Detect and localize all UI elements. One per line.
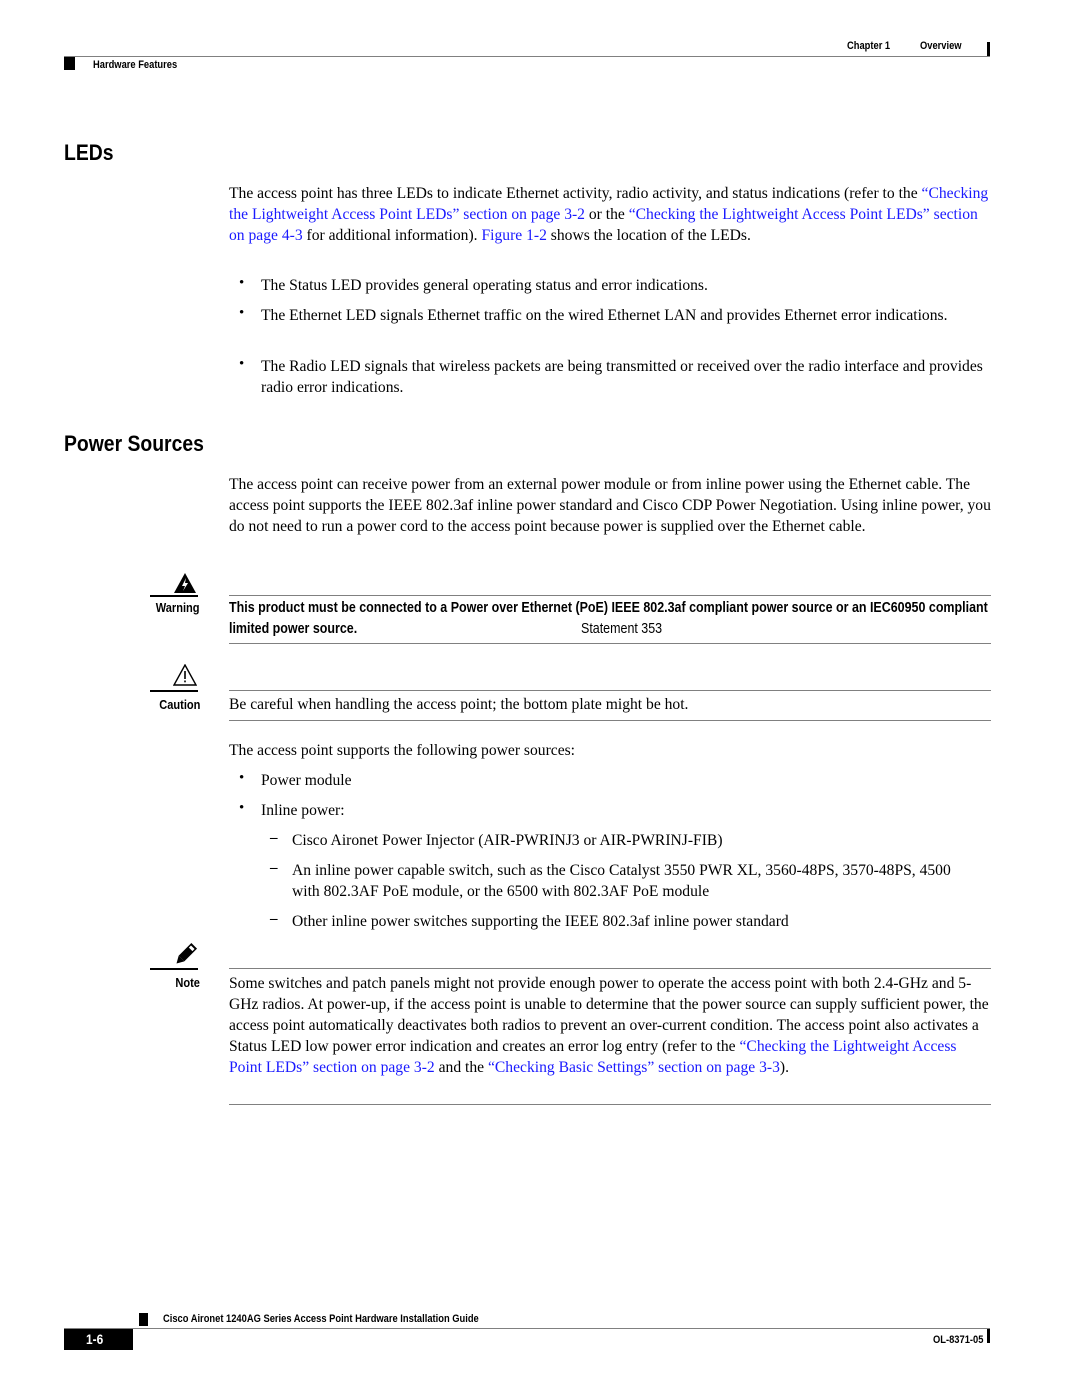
power-sources-heading: Power Sources [64, 431, 204, 456]
led-bullet-radio: The Radio LED signals that wireless pack… [261, 358, 983, 396]
source-inline-power: Inline power: [261, 802, 345, 819]
note-pencil-icon [176, 942, 198, 964]
intro-text: or the [584, 206, 629, 223]
bullet-icon: • [239, 275, 245, 291]
intro-text: shows the location of the LEDs. [546, 227, 751, 244]
inline-power-injector: Cisco Aironet Power Injector (AIR-PWRINJ… [292, 832, 723, 849]
header-bar [987, 42, 990, 56]
warning-top-rule [229, 595, 991, 596]
bullet-icon: • [239, 356, 245, 372]
warning-bottom-rule [229, 643, 991, 644]
note-body: ). [779, 1059, 789, 1076]
led-bullet-status: The Status LED provides general operatin… [261, 277, 708, 294]
note-top-rule [229, 968, 991, 969]
inline-power-switch: An inline power capable switch, such as … [292, 862, 951, 900]
caution-label: Caution [158, 697, 200, 712]
dash-icon: – [270, 830, 278, 846]
caution-bottom-rule [229, 720, 991, 721]
led-bullet-ethernet: The Ethernet LED signals Ethernet traffi… [261, 307, 948, 324]
leds-heading: LEDs [64, 140, 114, 165]
chapter-number: Chapter 1 [847, 40, 891, 52]
page-number: 1-6 [86, 1331, 104, 1347]
bullet-icon: • [239, 305, 245, 321]
note-bottom-rule [229, 1104, 991, 1105]
warning-icon-underline [150, 595, 198, 597]
bullet-icon: • [239, 800, 245, 816]
header-square-marker [64, 57, 75, 70]
leds-intro: The access point has three LEDs to indic… [229, 183, 991, 246]
dash-icon: – [270, 911, 278, 927]
note-label: Note [175, 975, 200, 990]
footer-rule [64, 1328, 990, 1329]
caution-icon-underline [150, 690, 198, 692]
doc-id: OL-8371-05 [933, 1334, 984, 1346]
inline-power-other: Other inline power switches supporting t… [292, 913, 789, 930]
footer-square-marker [139, 1313, 148, 1326]
chapter-title: Overview [920, 40, 962, 52]
caution-top-rule [229, 690, 991, 691]
note-body: and the [434, 1059, 488, 1076]
intro-text: for additional information). [302, 227, 482, 244]
warning-label: Warning [156, 600, 200, 615]
link-checking-basic-settings[interactable]: “Checking Basic Settings” section on pag… [488, 1059, 780, 1076]
source-power-module: Power module [261, 772, 352, 789]
page-number-box: 1-6 [64, 1329, 133, 1350]
link-figure-1-2[interactable]: Figure 1-2 [481, 227, 546, 244]
header-rule [64, 56, 990, 57]
footer-bar [987, 1329, 990, 1343]
note-icon-underline [150, 968, 198, 970]
intro-text: The access point has three LEDs to indic… [229, 185, 922, 202]
caution-icon [173, 664, 197, 686]
footer-guide-title: Cisco Aironet 1240AG Series Access Point… [163, 1313, 479, 1325]
power-supports-text: The access point supports the following … [229, 742, 576, 759]
caution-text: Be careful when handling the access poin… [229, 696, 689, 713]
warning-icon [174, 573, 196, 593]
bullet-icon: • [239, 770, 245, 786]
power-intro: The access point can receive power from … [229, 476, 991, 535]
warning-statement: Statement 353 [581, 621, 663, 637]
dash-icon: – [270, 860, 278, 876]
section-name: Hardware Features [93, 59, 178, 71]
note-text: Some switches and patch panels might not… [229, 973, 991, 1078]
